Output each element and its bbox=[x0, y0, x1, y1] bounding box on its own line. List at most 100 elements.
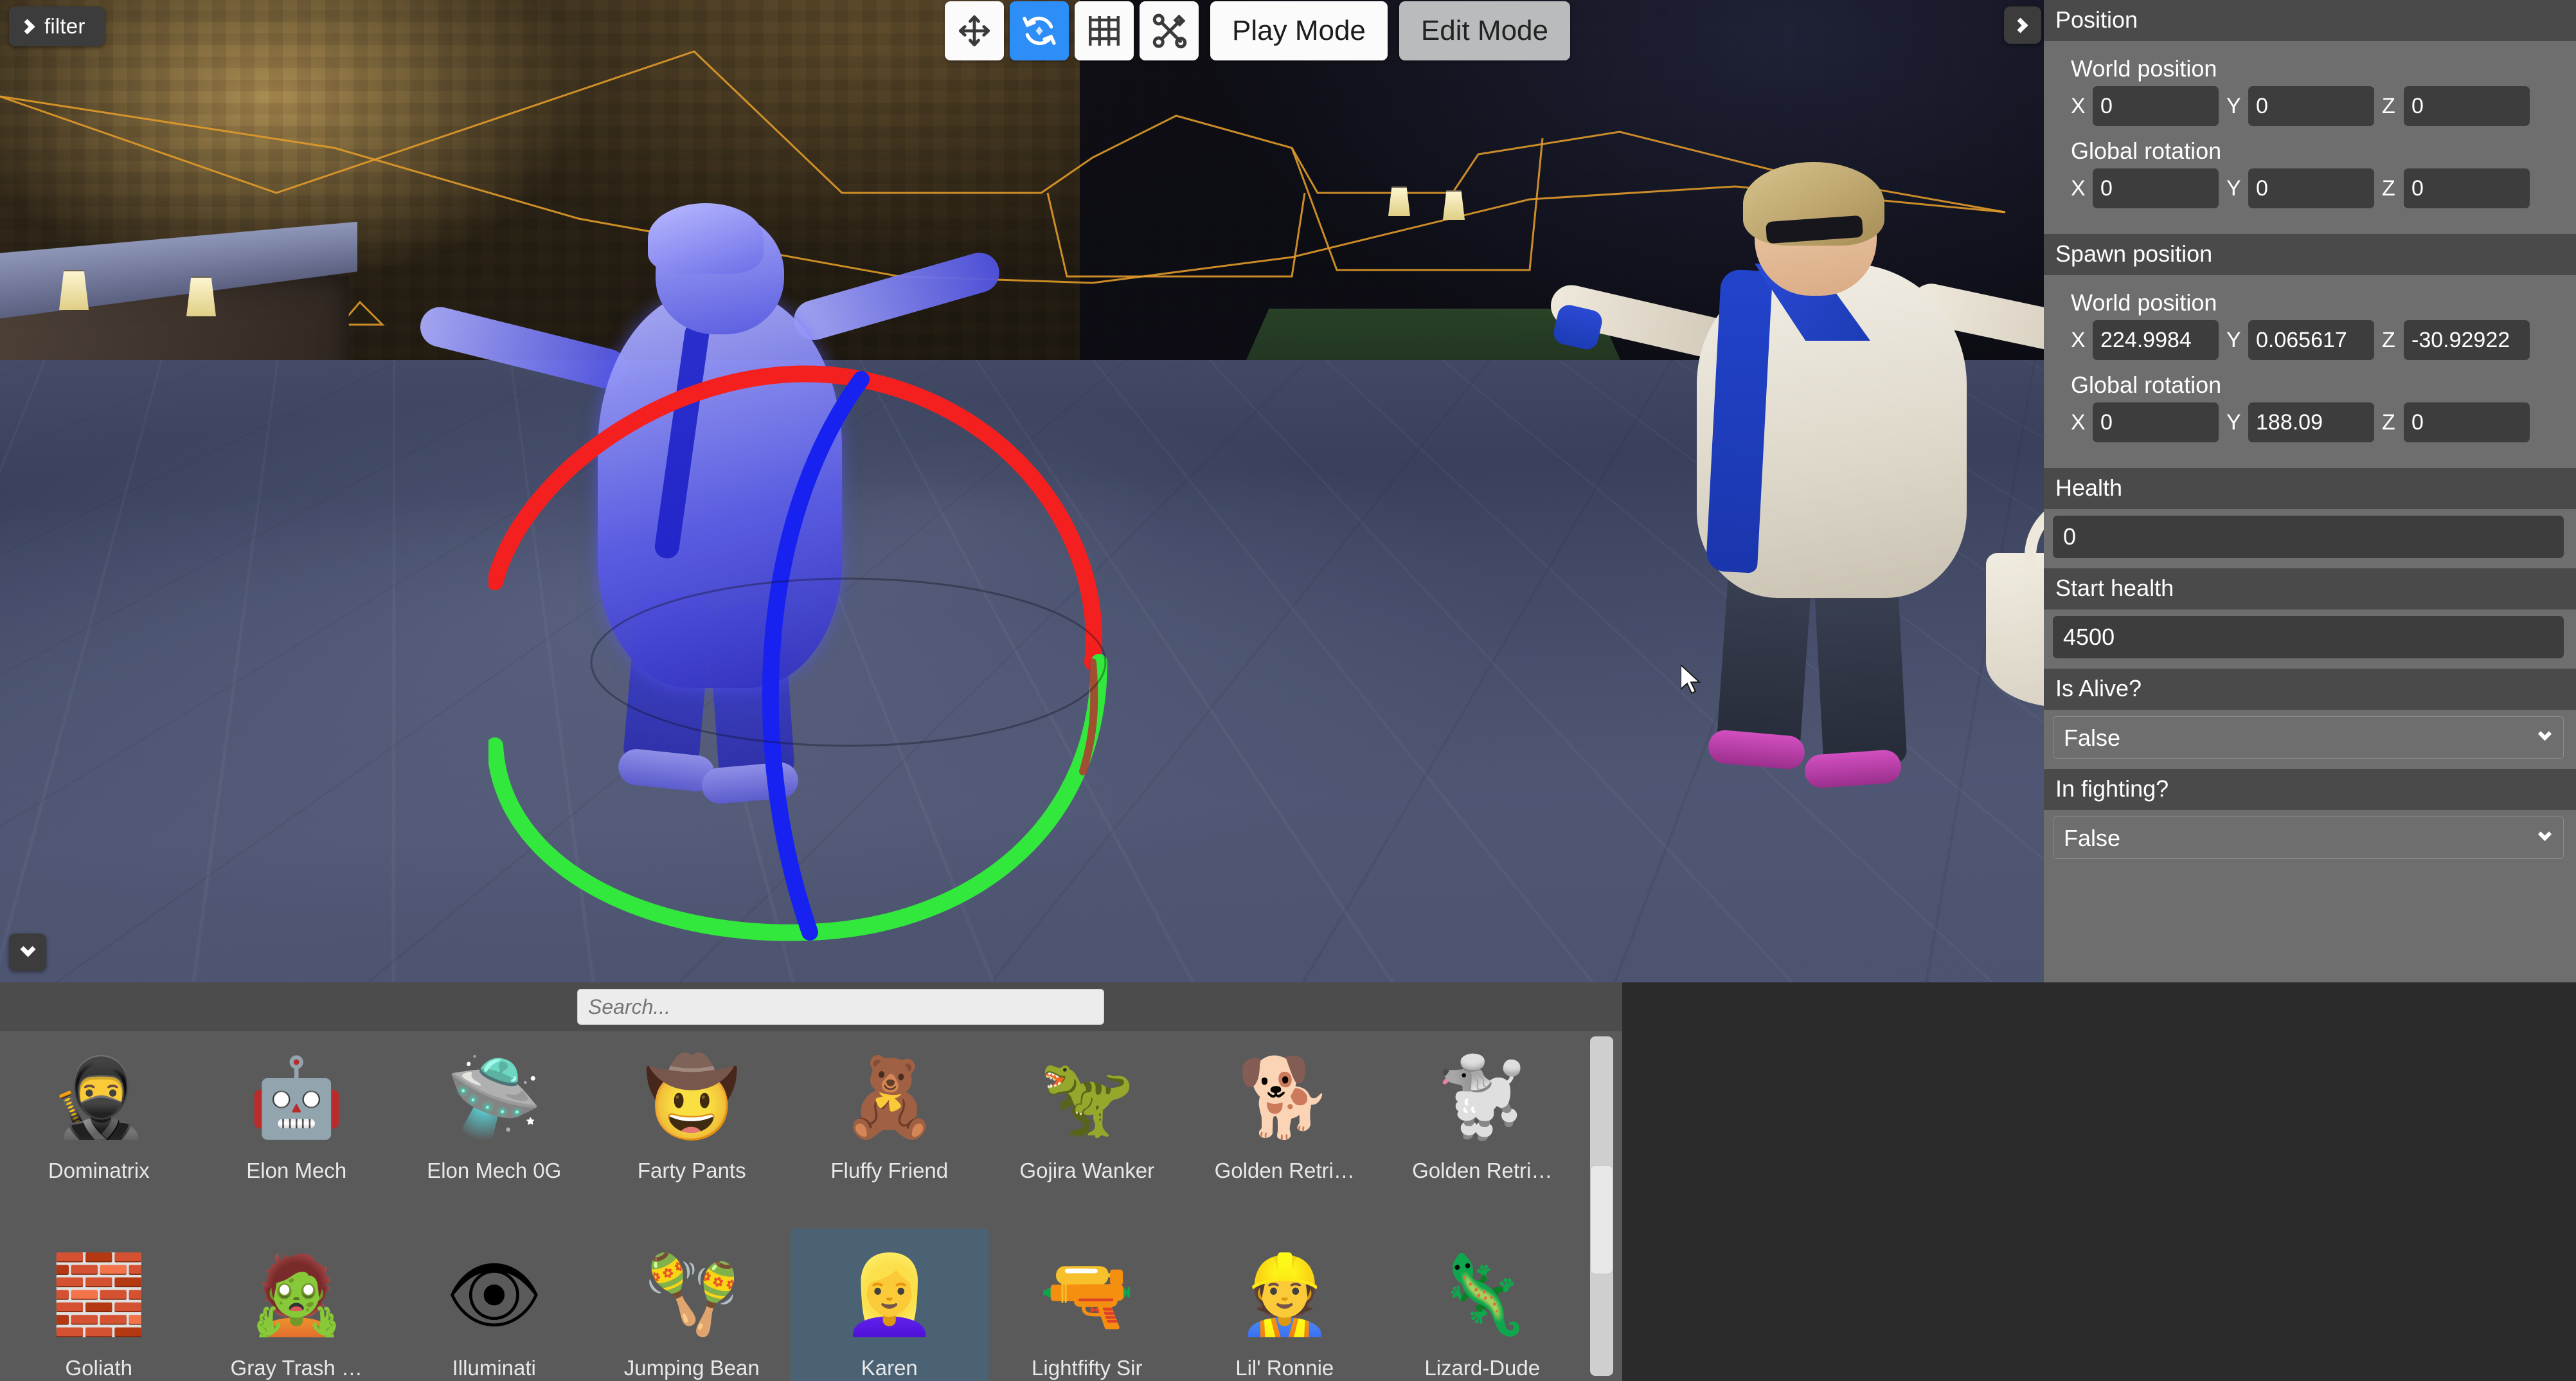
asset-cell[interactable]: 🦎 Lizard-Dude bbox=[1384, 1229, 1582, 1381]
asset-cell[interactable]: 👷 Lil' Ronnie bbox=[1186, 1229, 1384, 1381]
start-health-input[interactable] bbox=[2053, 616, 2564, 658]
position-world-y-input[interactable] bbox=[2248, 86, 2374, 126]
asset-cell[interactable]: 🪇 Jumping Bean bbox=[593, 1229, 791, 1381]
edit-mode-button[interactable]: Edit Mode bbox=[1399, 1, 1570, 60]
axis-z-label: Z bbox=[2382, 327, 2395, 352]
asset-cell[interactable]: 🦖 Gojira Wanker bbox=[988, 1031, 1186, 1229]
scene-lamp bbox=[59, 270, 89, 310]
axis-x-label: X bbox=[2071, 93, 2086, 118]
scene-character-karen[interactable] bbox=[1546, 154, 2044, 790]
scene-lamp bbox=[1443, 190, 1465, 220]
asset-label: Karen bbox=[861, 1356, 918, 1380]
asset-cell[interactable]: 🐕 Golden Retri… bbox=[1186, 1031, 1384, 1229]
asset-thumbnail-icon: 🥷 bbox=[51, 1054, 147, 1141]
spawn-rotation-x-input[interactable] bbox=[2093, 402, 2219, 442]
spawn-global-rotation-row: X Y Z bbox=[2071, 402, 2564, 442]
spawn-world-y-input[interactable] bbox=[2248, 320, 2374, 360]
spawn-world-z-input[interactable] bbox=[2404, 320, 2530, 360]
axis-y-label: Y bbox=[2226, 327, 2241, 352]
position-section-body: World position X Y Z Global rotation X Y… bbox=[2044, 41, 2576, 234]
asset-scrollbar-track[interactable] bbox=[1590, 1036, 1613, 1376]
mouse-cursor bbox=[1681, 665, 1701, 694]
asset-cell[interactable]: 🥷 Dominatrix bbox=[0, 1031, 198, 1229]
position-world-x-input[interactable] bbox=[2093, 86, 2219, 126]
asset-thumbnail-icon: 👱‍♀️ bbox=[841, 1252, 938, 1338]
asset-thumbnail-icon: 🔫 bbox=[1039, 1252, 1135, 1338]
axis-z-label: Z bbox=[2382, 410, 2395, 435]
spawn-global-rotation-label: Global rotation bbox=[2071, 372, 2222, 398]
asset-label: Elon Mech 0G bbox=[427, 1159, 562, 1182]
collapse-panel-button[interactable] bbox=[9, 934, 46, 971]
asset-label: Farty Pants bbox=[637, 1159, 746, 1182]
asset-cell[interactable]: 🤠 Farty Pants bbox=[593, 1031, 791, 1229]
position-world-z-input[interactable] bbox=[2404, 86, 2530, 126]
axis-y-label: Y bbox=[2226, 410, 2241, 435]
asset-thumbnail-icon: 🤖 bbox=[248, 1054, 344, 1141]
asset-grid: 🥷 Dominatrix 🤖 Elon Mech 🛸 Elon Mech 0G 🤠 Farty… bbox=[0, 1031, 1581, 1381]
axis-z-label: Z bbox=[2382, 176, 2395, 201]
filter-button[interactable]: filter bbox=[9, 6, 105, 46]
editor-window: filter Play Mode Edit Mode Position Worl… bbox=[0, 0, 2576, 1381]
asset-thumbnail-icon: 🪇 bbox=[643, 1252, 740, 1338]
asset-label: Elon Mech bbox=[246, 1159, 347, 1182]
health-field-block bbox=[2044, 516, 2576, 568]
spawn-position-section-header: Spawn position bbox=[2044, 234, 2576, 275]
is-alive-section-header: Is Alive? bbox=[2044, 669, 2576, 710]
asset-cell[interactable]: 🛸 Elon Mech 0G bbox=[395, 1031, 593, 1229]
asset-cell[interactable]: 🧱 Goliath bbox=[0, 1229, 198, 1381]
asset-scrollbar-thumb[interactable] bbox=[1590, 1165, 1613, 1274]
asset-cell[interactable]: 👱‍♀️ Karen bbox=[791, 1229, 988, 1381]
scene-lamp bbox=[186, 276, 216, 316]
asset-thumbnail-icon: 🐩 bbox=[1434, 1054, 1530, 1141]
asset-label: Lightfifty Sir bbox=[1032, 1356, 1143, 1380]
position-rotation-y-input[interactable] bbox=[2248, 168, 2374, 208]
asset-thumbnail-icon: 👷 bbox=[1237, 1252, 1333, 1338]
position-world-position-label: World position bbox=[2071, 55, 2217, 82]
asset-label: Golden Retri… bbox=[1214, 1159, 1355, 1182]
grid-tool-button[interactable] bbox=[1075, 1, 1134, 60]
in-fighting-section-header: In fighting? bbox=[2044, 769, 2576, 810]
tools-button[interactable] bbox=[1140, 1, 1199, 60]
spawn-rotation-y-input[interactable] bbox=[2248, 402, 2374, 442]
chevron-right-icon bbox=[2012, 17, 2028, 33]
asset-thumbnail-icon: 👁 bbox=[445, 1252, 543, 1338]
asset-thumbnail-icon: 🦖 bbox=[1039, 1054, 1135, 1141]
asset-thumbnail-icon: 🧸 bbox=[841, 1054, 938, 1141]
expand-panel-button[interactable] bbox=[2004, 6, 2041, 44]
play-mode-button[interactable]: Play Mode bbox=[1210, 1, 1388, 60]
asset-cell[interactable]: 🧸 Fluffy Friend bbox=[791, 1031, 988, 1229]
asset-cell[interactable]: 🐩 Golden Retri… bbox=[1384, 1031, 1582, 1229]
asset-cell[interactable]: 👁 Illuminati bbox=[395, 1229, 593, 1381]
asset-browser-topbar bbox=[0, 982, 1622, 1031]
health-input[interactable] bbox=[2053, 516, 2564, 558]
asset-label: Fluffy Friend bbox=[830, 1159, 949, 1182]
spawn-rotation-z-input[interactable] bbox=[2404, 402, 2530, 442]
chevron-down-icon bbox=[19, 941, 36, 957]
position-rotation-x-input[interactable] bbox=[2093, 168, 2219, 208]
axis-y-label: Y bbox=[2226, 93, 2241, 118]
axis-z-label: Z bbox=[2382, 93, 2395, 118]
in-fighting-select[interactable]: False bbox=[2053, 817, 2564, 859]
asset-thumbnail-icon: 🐕 bbox=[1237, 1054, 1333, 1141]
search-input[interactable] bbox=[577, 989, 1104, 1025]
is-alive-select[interactable]: False bbox=[2053, 716, 2564, 759]
start-health-section-header: Start health bbox=[2044, 568, 2576, 609]
chevron-right-icon bbox=[19, 18, 35, 35]
asset-label: Dominatrix bbox=[48, 1159, 150, 1182]
asset-cell[interactable]: 🧟 Gray Trash … bbox=[198, 1229, 396, 1381]
position-rotation-z-input[interactable] bbox=[2404, 168, 2530, 208]
asset-cell[interactable]: 🤖 Elon Mech bbox=[198, 1031, 396, 1229]
asset-cell[interactable]: 🔫 Lightfifty Sir bbox=[988, 1229, 1186, 1381]
rotate-tool-button[interactable] bbox=[1010, 1, 1069, 60]
3d-viewport[interactable]: filter bbox=[0, 0, 2044, 982]
axis-x-label: X bbox=[2071, 410, 2086, 435]
scene-character-selected[interactable] bbox=[416, 186, 1005, 806]
move-tool-button[interactable] bbox=[945, 1, 1004, 60]
move-arrows-icon bbox=[958, 15, 990, 47]
in-fighting-field-block: False bbox=[2044, 817, 2576, 869]
position-global-rotation-label: Global rotation bbox=[2071, 138, 2222, 164]
asset-thumbnail-icon: 🧱 bbox=[51, 1252, 147, 1338]
spawn-world-x-input[interactable] bbox=[2093, 320, 2219, 360]
position-section-header: Position bbox=[2044, 0, 2576, 41]
spawn-position-section-body: World position X Y Z Global rotation X Y… bbox=[2044, 275, 2576, 468]
